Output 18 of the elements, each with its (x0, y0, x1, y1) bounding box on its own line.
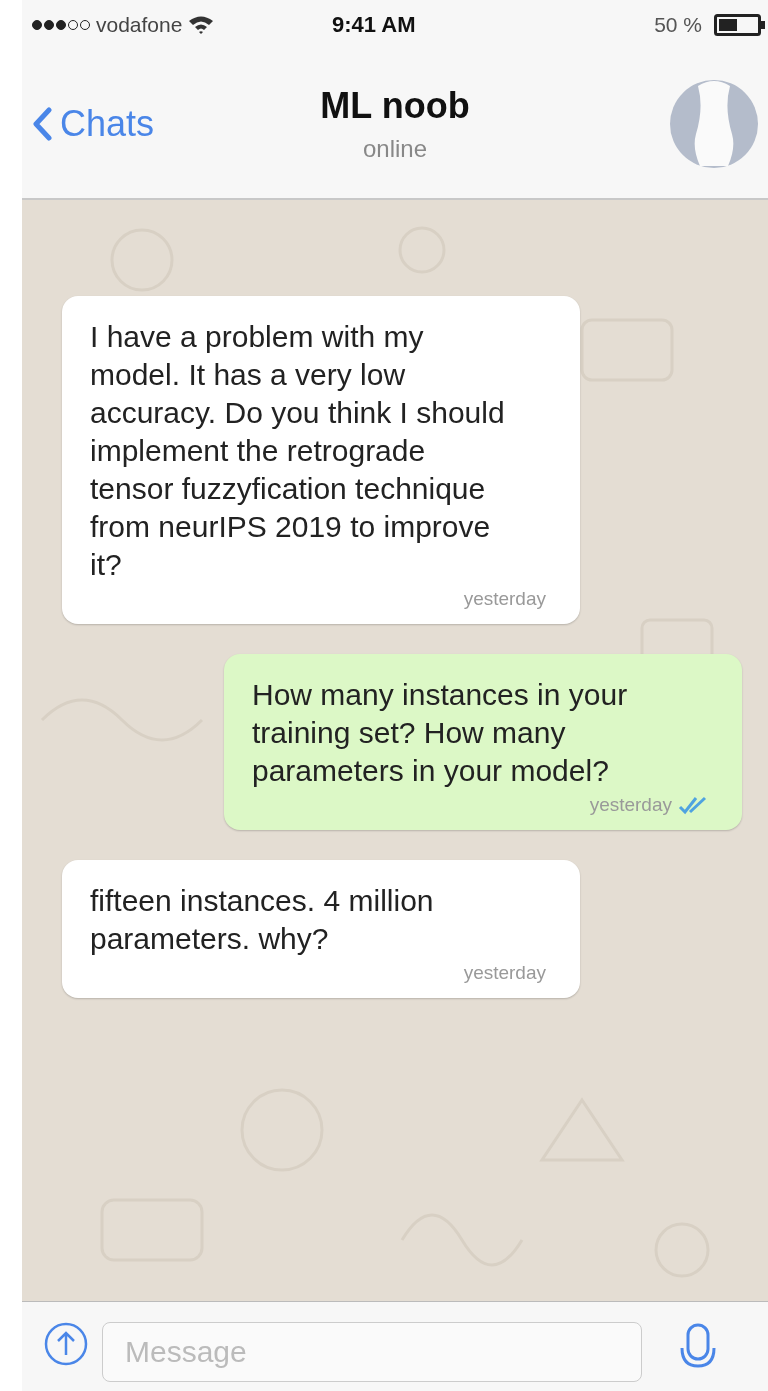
battery-percentage: 50 % (654, 13, 702, 37)
contact-status: online (362, 135, 428, 163)
message-field[interactable]: Message (102, 1322, 642, 1382)
carrier-name: vodafone (96, 13, 183, 37)
message-time: yesterday (463, 962, 546, 984)
battery-icon (714, 14, 766, 36)
avatar-icon[interactable] (668, 78, 760, 170)
back-button[interactable]: Chats (22, 102, 222, 146)
status-time: 9:41 AM (332, 12, 417, 38)
chevron-icon (32, 107, 52, 141)
message-text: I have a problem with my model. It has a very low accuracy. Do you think I should implement the retrograde tensor fuzzyfication technique from neurIPS 2019 to improve it? (90, 319, 506, 583)
contact-name: ML noob (320, 85, 470, 127)
upload-icon[interactable] (44, 1322, 88, 1366)
message-text: fifteen instances. 4 million parameters. why? (90, 883, 435, 957)
message-time: yesterday (589, 794, 672, 816)
message-text: How many instances in your training set? How many parameters in your model? (252, 677, 629, 789)
wifi-icon (188, 15, 215, 35)
message-time: yesterday (463, 588, 546, 610)
